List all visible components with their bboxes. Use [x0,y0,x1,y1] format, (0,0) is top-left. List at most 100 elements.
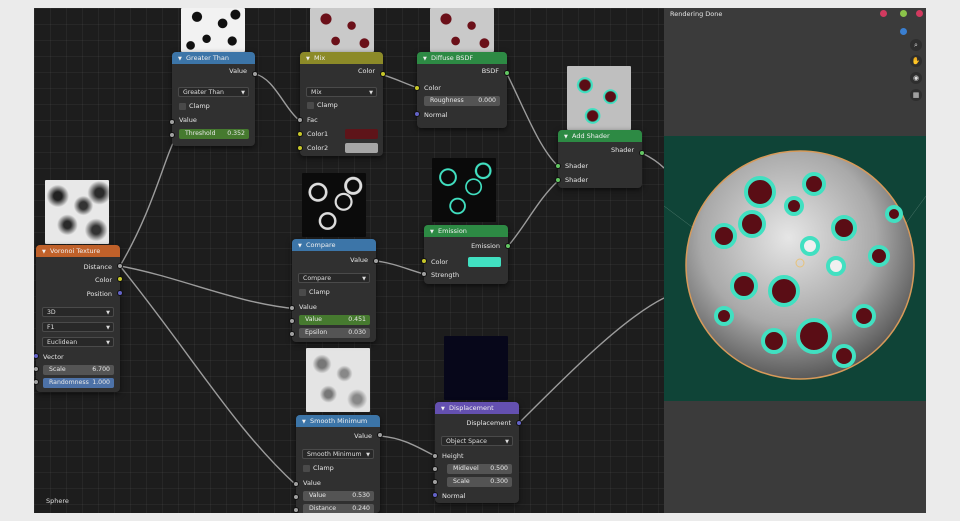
add-shader-node[interactable]: ▼ Add Shader Shader Shader Shader [558,130,642,188]
socket[interactable] [505,243,511,249]
mix-header[interactable]: ▼ Mix [300,52,383,64]
scale-field[interactable]: Scale 0.300 [447,477,512,487]
scale-field[interactable]: Scale 6.700 [43,365,114,375]
socket[interactable] [377,432,383,438]
collapse-icon[interactable]: ▼ [423,53,431,64]
dimensions-dropdown[interactable]: 3D ▼ [42,307,114,317]
emission-header[interactable]: ▼ Emission [424,225,508,237]
feature-dropdown[interactable]: F1 ▼ [42,322,114,332]
socket[interactable] [432,492,438,498]
gizmo-x-icon[interactable] [880,10,887,17]
roughness-field[interactable]: Roughness 0.000 [424,96,500,106]
node-editor[interactable]: ▼ Greater Than Value Greater Than ▼ Clamp … [34,8,664,513]
compare-header[interactable]: ▼ Compare [292,239,376,251]
collapse-icon[interactable]: ▼ [298,240,306,251]
diffuse-header[interactable]: ▼ Diffuse BSDF [417,52,507,64]
gizmo-neg-x-icon[interactable] [916,10,923,17]
socket[interactable] [639,150,645,156]
socket[interactable] [421,271,427,277]
socket[interactable] [414,85,420,91]
clamp-checkbox[interactable] [303,465,310,472]
camera-icon[interactable]: ◉ [910,72,922,84]
value-field[interactable]: Value 0.530 [303,491,374,501]
greater-than-header[interactable]: ▼ Greater Than [172,52,255,64]
socket[interactable] [516,420,522,426]
socket[interactable] [289,305,295,311]
socket[interactable] [504,70,510,76]
compare-node[interactable]: ▼ Compare Value Compare ▼ Clamp Value Valu… [292,239,376,342]
operation-dropdown[interactable]: Compare ▼ [298,273,370,283]
diffuse-bsdf-node[interactable]: ▼ Diffuse BSDF BSDF Color Roughness 0.000 … [417,52,507,128]
socket[interactable] [380,71,386,77]
color1-swatch[interactable] [345,129,378,139]
socket[interactable] [432,466,438,472]
socket[interactable] [169,119,175,125]
clamp-checkbox[interactable] [307,102,314,109]
metric-dropdown[interactable]: Euclidean ▼ [42,337,114,347]
grid-icon[interactable]: ▦ [910,89,922,101]
socket[interactable] [293,494,299,500]
color2-label: Color2 [307,144,329,152]
space-dropdown[interactable]: Object Space ▼ [441,436,513,446]
socket[interactable] [252,71,258,77]
operation-dropdown[interactable]: Greater Than ▼ [178,87,249,97]
gizmo-z-icon[interactable] [900,28,907,35]
field-label: Epsilon [305,329,328,336]
socket[interactable] [414,111,420,117]
socket[interactable] [555,177,561,183]
operation-dropdown[interactable]: Smooth Minimum ▼ [302,449,374,459]
socket[interactable] [117,290,123,296]
displacement-node[interactable]: ▼ Displacement Displacement Object Space ▼… [435,402,519,503]
greater-than-node[interactable]: ▼ Greater Than Value Greater Than ▼ Clamp … [172,52,255,146]
collapse-icon[interactable]: ▼ [564,131,572,142]
midlevel-field[interactable]: Midlevel 0.500 [447,464,512,474]
emission-color-swatch[interactable] [468,257,501,267]
mix-node[interactable]: ▼ Mix Color Mix ▼ Clamp Fac Color1 Color2 [300,52,383,156]
socket[interactable] [432,479,438,485]
emission-node[interactable]: ▼ Emission Emission Color Strength [424,225,508,284]
distance-field[interactable]: Distance 0.240 [303,504,374,513]
collapse-icon[interactable]: ▼ [306,53,314,64]
color2-swatch[interactable] [345,143,378,153]
socket[interactable] [373,258,379,264]
smooth-min-header[interactable]: ▼ Smooth Minimum [296,415,380,427]
socket[interactable] [117,276,123,282]
socket[interactable] [289,331,295,337]
clamp-label: Clamp [313,464,334,472]
zoom-icon[interactable]: ⌕ [910,39,922,51]
node-title: Smooth Minimum [310,417,368,425]
collapse-icon[interactable]: ▼ [42,246,50,257]
collapse-icon[interactable]: ▼ [178,53,186,64]
displacement-header[interactable]: ▼ Displacement [435,402,519,414]
socket[interactable] [117,263,123,269]
socket[interactable] [297,131,303,137]
collapse-icon[interactable]: ▼ [430,226,438,237]
socket[interactable] [555,163,561,169]
collapse-icon[interactable]: ▼ [302,416,310,427]
threshold-field[interactable]: Threshold 0.352 [179,129,249,139]
add-shader-header[interactable]: ▼ Add Shader [558,130,642,142]
socket[interactable] [289,318,295,324]
socket[interactable] [297,145,303,151]
clamp-checkbox[interactable] [179,103,186,110]
voronoi-texture-node[interactable]: ▼ Voronoi Texture Distance Color Position… [36,245,120,392]
voronoi-header[interactable]: ▼ Voronoi Texture [36,245,120,257]
collapse-icon[interactable]: ▼ [441,403,449,414]
hand-pan-icon[interactable]: ✋ [910,55,922,67]
smooth-minimum-node[interactable]: ▼ Smooth Minimum Value Smooth Minimum ▼ Cl… [296,415,380,513]
socket[interactable] [432,453,438,459]
socket[interactable] [169,132,175,138]
field-label: Scale [49,366,66,373]
blend-dropdown[interactable]: Mix ▼ [306,87,377,97]
value-field[interactable]: Value 0.451 [299,315,370,325]
socket[interactable] [293,507,299,513]
socket[interactable] [297,117,303,123]
epsilon-field[interactable]: Epsilon 0.030 [299,328,370,338]
clamp-checkbox[interactable] [299,289,306,296]
socket[interactable] [293,481,299,487]
render-viewport[interactable]: Rendering Done ⌕ ✋ ◉ ▦ [664,8,926,513]
add-shader-preview [567,66,631,130]
randomness-field[interactable]: Randomness 1.000 [43,378,114,388]
gizmo-y-icon[interactable] [900,10,907,17]
socket[interactable] [421,258,427,264]
